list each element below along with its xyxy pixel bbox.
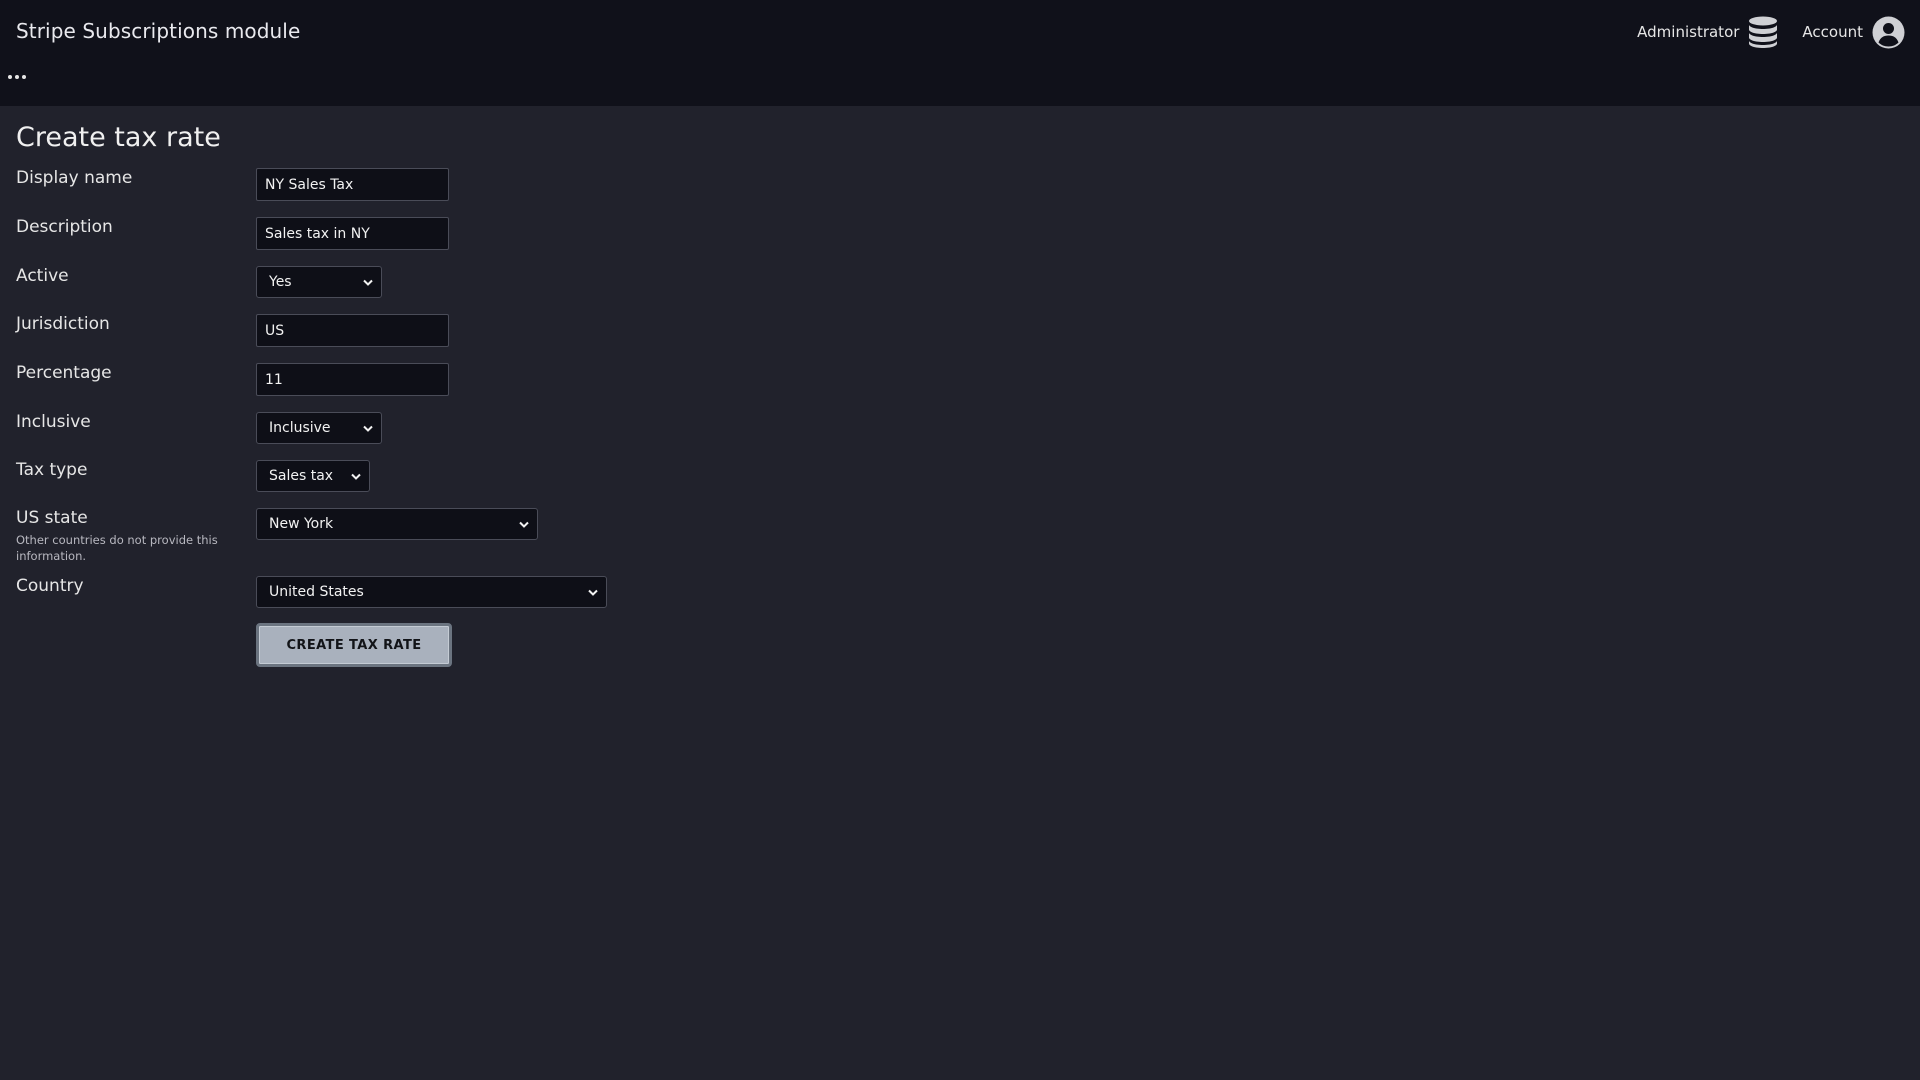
page-title: Create tax rate [16, 122, 221, 153]
app-title[interactable]: Stripe Subscriptions module [16, 19, 300, 43]
header-nav: Administrator Account [1637, 14, 1905, 50]
chevron-down-icon [588, 589, 598, 596]
percentage-label: Percentage [16, 363, 112, 383]
us-state-label: US state [16, 508, 88, 528]
display-name-label: Display name [16, 168, 133, 188]
top-bar: Stripe Subscriptions module Administrato… [0, 0, 1920, 106]
chevron-down-icon [363, 279, 373, 286]
database-icon [1748, 16, 1778, 48]
ellipsis-icon[interactable] [8, 70, 26, 84]
active-label: Active [16, 266, 69, 286]
jurisdiction-label: Jurisdiction [16, 314, 110, 334]
country-label: Country [16, 576, 84, 596]
country-selected-value: United States [269, 584, 364, 600]
us-state-selected-value: New York [269, 516, 334, 532]
chevron-down-icon [519, 521, 529, 528]
tax-type-label: Tax type [16, 460, 88, 480]
percentage-field[interactable] [256, 363, 449, 396]
chevron-down-icon [351, 473, 361, 480]
us-state-select[interactable]: New York [256, 508, 538, 540]
jurisdiction-field[interactable] [256, 314, 449, 347]
description-label: Description [16, 217, 113, 237]
description-field[interactable] [256, 217, 449, 250]
inclusive-select[interactable]: Inclusive [256, 412, 382, 444]
tax-type-selected-value: Sales tax [269, 468, 334, 484]
display-name-field[interactable] [256, 168, 449, 201]
create-tax-rate-button[interactable]: Create tax rate [256, 623, 452, 667]
account-label: Account [1802, 23, 1863, 41]
active-select[interactable]: Yes [256, 266, 382, 298]
country-select[interactable]: United States [256, 576, 607, 608]
inclusive-selected-value: Inclusive [269, 420, 331, 436]
administrator-link[interactable]: Administrator [1637, 16, 1778, 48]
tax-type-select[interactable]: Sales tax [256, 460, 370, 492]
chevron-down-icon [363, 425, 373, 432]
inclusive-label: Inclusive [16, 412, 91, 432]
us-state-help-text: Other countries do not provide this info… [16, 533, 218, 563]
administrator-label: Administrator [1637, 23, 1740, 41]
user-circle-icon [1872, 16, 1905, 49]
active-selected-value: Yes [269, 274, 292, 290]
account-link[interactable]: Account [1802, 16, 1905, 49]
